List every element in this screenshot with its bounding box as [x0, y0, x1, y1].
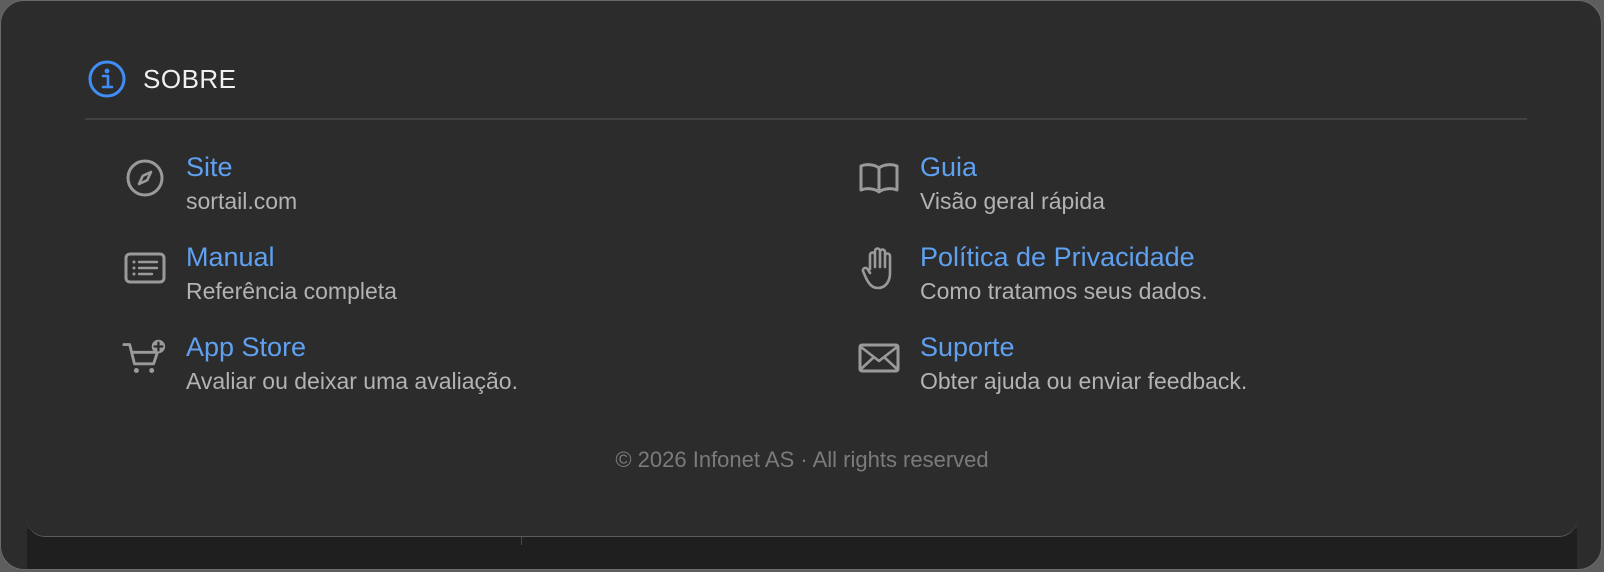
envelope-icon	[856, 335, 902, 381]
link-manual[interactable]: Manual Referência completa	[122, 241, 856, 309]
link-app-store-subtitle: Avaliar ou deixar uma avaliação.	[186, 368, 518, 394]
section-title: SOBRE	[143, 63, 237, 94]
book-icon	[856, 155, 902, 201]
link-site-title[interactable]: Site	[186, 151, 297, 183]
about-window: SOBRE Site sortail.com Guia Visão geral …	[0, 0, 1602, 570]
header-divider	[85, 118, 1527, 120]
link-privacy-policy-title[interactable]: Política de Privacidade	[920, 241, 1208, 273]
copyright-footer: © 2026 Infonet AS · All rights reserved	[615, 447, 989, 472]
link-manual-title[interactable]: Manual	[186, 241, 397, 273]
document-list-icon	[122, 245, 168, 291]
link-privacy-policy[interactable]: Política de Privacidade Como tratamos se…	[856, 241, 1516, 309]
hand-icon	[856, 245, 902, 291]
link-guide-subtitle: Visão geral rápida	[920, 188, 1105, 214]
link-support[interactable]: Suporte Obter ajuda ou enviar feedback.	[856, 331, 1516, 399]
link-privacy-policy-subtitle: Como tratamos seus dados.	[920, 278, 1208, 304]
link-manual-subtitle: Referência completa	[186, 278, 397, 304]
cart-plus-icon	[122, 335, 168, 381]
link-app-store[interactable]: App Store Avaliar ou deixar uma avaliaçã…	[122, 331, 856, 399]
section-header: SOBRE	[87, 57, 237, 101]
compass-icon	[122, 155, 168, 201]
link-support-subtitle: Obter ajuda ou enviar feedback.	[920, 368, 1248, 394]
info-icon	[87, 59, 127, 99]
link-support-title[interactable]: Suporte	[920, 331, 1247, 363]
link-site[interactable]: Site sortail.com	[122, 151, 856, 219]
link-guide[interactable]: Guia Visão geral rápida	[856, 151, 1516, 219]
about-panel: SOBRE Site sortail.com Guia Visão geral …	[27, 1, 1577, 537]
link-app-store-title[interactable]: App Store	[186, 331, 518, 363]
about-links-grid: Site sortail.com Guia Visão geral rápida	[122, 151, 1522, 399]
link-guide-title[interactable]: Guia	[920, 151, 1105, 183]
link-site-subtitle: sortail.com	[186, 188, 298, 214]
